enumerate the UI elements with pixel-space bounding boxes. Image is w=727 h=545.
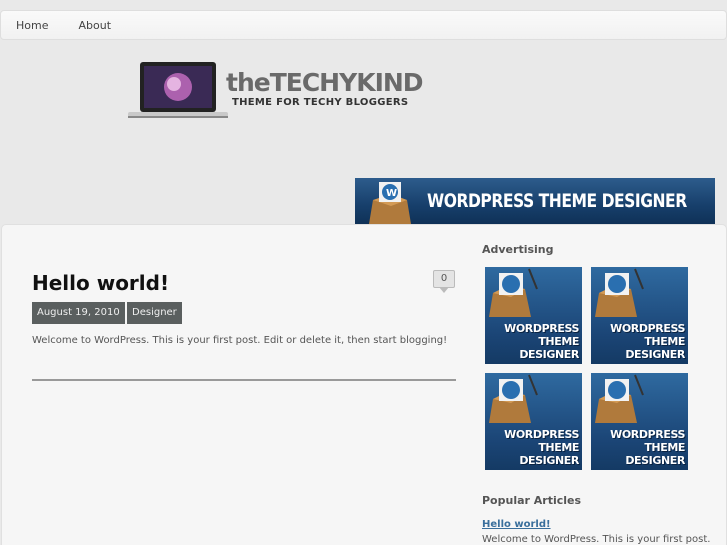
content-area: Hello world! 0 August 19, 2010 Designer … (1, 224, 727, 545)
wordpress-box-icon: W (369, 182, 411, 224)
post-excerpt: Welcome to WordPress. This is your first… (32, 335, 448, 346)
banner-text: WORDPRESS THEME DESIGNER (427, 190, 687, 212)
site-tagline: THEME FOR TECHY BLOGGERS (232, 97, 409, 108)
brand-name: theTECHYKIND (226, 68, 424, 97)
ad-line-3: DESIGNER (625, 454, 685, 467)
popular-articles-heading: Popular Articles (482, 494, 582, 507)
advertising-heading: Advertising (482, 243, 554, 256)
laptop-icon (128, 62, 228, 118)
ad-line-1: WORDPRESS (504, 322, 579, 335)
ad-tile[interactable]: WORDPRESS THEME DESIGNER (591, 373, 688, 470)
wordpress-box-icon (595, 268, 644, 317)
ad-line-3: DESIGNER (625, 348, 685, 361)
post-title[interactable]: Hello world! (32, 271, 169, 295)
post-category[interactable]: Designer (127, 302, 182, 324)
wordpress-box-icon (595, 374, 644, 423)
ad-line-2: THEME (644, 335, 685, 348)
header-banner-ad[interactable]: W WORDPRESS THEME DESIGNER (355, 178, 715, 224)
ad-line-1: WORDPRESS (610, 428, 685, 441)
ad-grid: WORDPRESS THEME DESIGNER WORDPRESS THEME… (485, 267, 688, 470)
ad-line-2: THEME (538, 335, 579, 348)
ad-line-3: DESIGNER (519, 454, 579, 467)
top-navigation: Home About (0, 10, 727, 40)
post-date: August 19, 2010 (32, 302, 125, 324)
ad-line-2: THEME (538, 441, 579, 454)
post-divider (32, 379, 456, 381)
ad-line-3: DESIGNER (519, 348, 579, 361)
svg-text:W: W (386, 188, 397, 199)
wordpress-box-icon (489, 374, 538, 423)
site-logo[interactable]: theTECHYKIND THEME FOR TECHY BLOGGERS (128, 60, 428, 122)
ad-tile[interactable]: WORDPRESS THEME DESIGNER (591, 267, 688, 364)
nav-about-link[interactable]: About (78, 19, 111, 32)
ad-line-2: THEME (644, 441, 685, 454)
ad-line-1: WORDPRESS (610, 322, 685, 335)
ad-tile[interactable]: WORDPRESS THEME DESIGNER (485, 267, 582, 364)
wordpress-box-icon (489, 268, 538, 317)
comment-count-badge[interactable]: 0 (433, 270, 455, 293)
nav-home-link[interactable]: Home (16, 19, 48, 32)
ad-tile[interactable]: WORDPRESS THEME DESIGNER (485, 373, 582, 470)
popular-article-excerpt: Welcome to WordPress. This is your first… (482, 534, 711, 545)
ad-line-1: WORDPRESS (504, 428, 579, 441)
popular-article-link[interactable]: Hello world! (482, 519, 551, 530)
